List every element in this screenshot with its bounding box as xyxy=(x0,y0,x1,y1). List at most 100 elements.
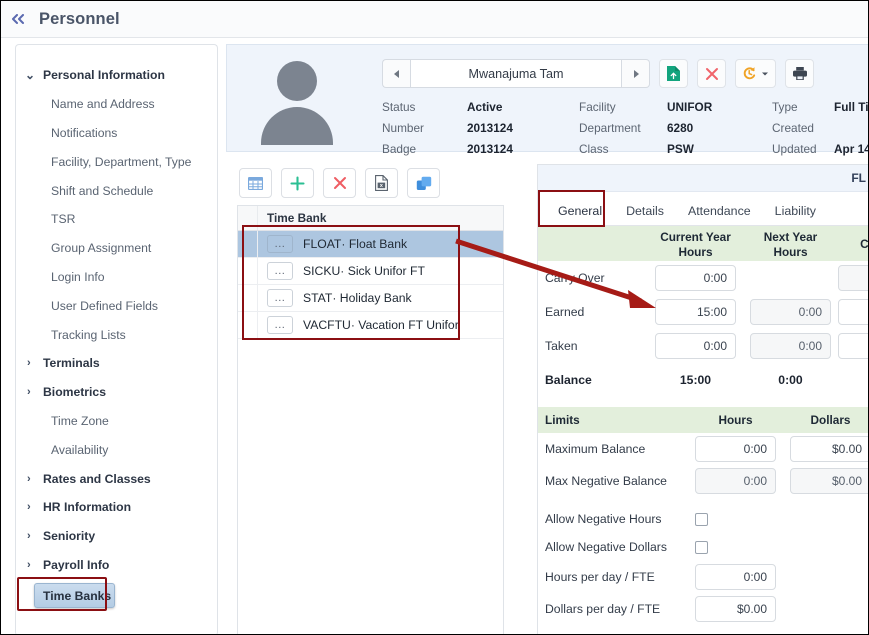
sidebar-item-time-banks[interactable]: Time Banks xyxy=(34,583,115,609)
chevron-right-icon: › xyxy=(27,386,31,399)
save-record-button[interactable] xyxy=(659,59,688,88)
sidebar-item-notifications[interactable]: Notifications xyxy=(16,119,217,148)
history-button[interactable] xyxy=(735,59,776,88)
avatar xyxy=(251,53,343,145)
detail-tabs: General Details Attendance Liability xyxy=(538,192,868,226)
limits-col-dollars: Dollars xyxy=(810,413,851,427)
double-chevron-left-icon[interactable] xyxy=(10,10,28,28)
carry-over-current-year-input[interactable]: 0:00 xyxy=(655,265,736,291)
employee-name-value: Mwanajuma Tam xyxy=(468,66,564,81)
sidebar-item-name-and-address[interactable]: Name and Address xyxy=(16,90,217,119)
sidebar-item-label: Time Zone xyxy=(51,413,109,428)
chevron-right-icon: › xyxy=(27,357,31,370)
next-record-button[interactable] xyxy=(622,59,650,88)
row-actions-button[interactable]: ... xyxy=(267,262,293,280)
row-label: Carry Over xyxy=(545,271,605,285)
maximum-balance-dollars-input[interactable]: $0.00 xyxy=(790,436,868,462)
tab-details[interactable]: Details xyxy=(614,204,676,225)
row-label: FLOAT· Float Bank xyxy=(303,237,408,251)
row-label: Max Negative Balance xyxy=(545,474,667,488)
grid-view-button[interactable] xyxy=(239,168,272,198)
sidebar-item-user-defined-fields[interactable]: User Defined Fields xyxy=(16,291,217,320)
earned-current-year-input[interactable]: 15:00 xyxy=(655,299,736,325)
add-row-button[interactable] xyxy=(281,168,314,198)
table-row[interactable]: ... STAT· Holiday Bank xyxy=(238,285,503,312)
sidebar-item-label: Tracking Lists xyxy=(51,327,126,342)
row-actions-button[interactable]: ... xyxy=(267,316,293,334)
maximum-balance-hours-input[interactable]: 0:00 xyxy=(695,436,776,462)
allow-negative-hours-checkbox[interactable] xyxy=(695,512,708,526)
dollars-per-day-fte-input[interactable]: $0.00 xyxy=(695,596,776,622)
delete-row-button[interactable] xyxy=(323,168,356,198)
sidebar-item-label: Payroll Info xyxy=(43,557,110,572)
sidebar-item-tsr[interactable]: TSR xyxy=(16,205,217,234)
sidebar-item-label: Biometrics xyxy=(43,385,106,400)
earned-third-column-input[interactable] xyxy=(838,299,868,325)
carry-over-third-column-input[interactable] xyxy=(838,265,868,291)
taken-current-year-input[interactable]: 0:00 xyxy=(655,333,736,359)
grid-row-earned: Earned 15:00 0:00 xyxy=(538,295,868,329)
chevron-right-icon: › xyxy=(27,530,31,543)
copy-button[interactable] xyxy=(407,168,440,198)
svg-text:x: x xyxy=(380,183,383,189)
chevron-down-icon: ⌄ xyxy=(25,68,36,83)
row-actions-button[interactable]: ... xyxy=(267,235,293,253)
sidebar-item-shift-and-schedule[interactable]: Shift and Schedule xyxy=(16,176,217,205)
max-negative-balance-dollars-input[interactable]: $0.00 xyxy=(790,468,868,494)
sidebar-item-label: Notifications xyxy=(51,125,118,140)
meta-key: Status xyxy=(382,100,416,114)
limit-row-maximum-balance: Maximum Balance 0:00 $0.00 xyxy=(538,433,868,465)
sidebar-item-terminals[interactable]: › Terminals xyxy=(16,349,217,378)
taken-next-year-input[interactable]: 0:00 xyxy=(750,333,831,359)
tab-attendance[interactable]: Attendance xyxy=(676,204,763,225)
print-button[interactable] xyxy=(785,59,814,88)
excel-file-icon: x xyxy=(375,175,388,191)
limits-col-hours: Hours xyxy=(718,413,753,427)
employee-name-field[interactable]: Mwanajuma Tam xyxy=(410,59,622,88)
tab-liability[interactable]: Liability xyxy=(763,204,828,225)
limit-row-allow-negative-hours: Allow Negative Hours xyxy=(538,505,868,533)
meta-key: Type xyxy=(772,100,798,114)
row-actions-button[interactable]: ... xyxy=(267,289,293,307)
sidebar-item-hr-information[interactable]: › HR Information xyxy=(16,493,217,522)
sidebar-item-seniority[interactable]: › Seniority xyxy=(16,522,217,551)
sidebar-item-personal-information[interactable]: ⌄ Personal Information xyxy=(16,61,217,90)
limit-row-allow-negative-dollars: Allow Negative Dollars xyxy=(538,533,868,561)
meta-value: PSW xyxy=(667,142,694,156)
sidebar-item-time-zone[interactable]: Time Zone xyxy=(16,407,217,436)
sidebar-item-facility-department-type[interactable]: Facility, Department, Type xyxy=(16,147,217,176)
time-bank-list-panel: Time Bank ... FLOAT· Float Bank ... SICK… xyxy=(237,205,504,634)
chevron-right-icon: › xyxy=(27,558,31,571)
sidebar-item-rates-and-classes[interactable]: › Rates and Classes xyxy=(16,464,217,493)
grid-icon xyxy=(248,176,263,190)
taken-third-column-input[interactable] xyxy=(838,333,868,359)
export-excel-button[interactable]: x xyxy=(365,168,398,198)
row-gutter xyxy=(238,231,258,257)
delete-record-button[interactable] xyxy=(697,59,726,88)
table-row[interactable]: ... FLOAT· Float Bank xyxy=(238,231,503,258)
sidebar-item-payroll-info[interactable]: › Payroll Info xyxy=(16,551,217,580)
sidebar-item-biometrics[interactable]: › Biometrics xyxy=(16,378,217,407)
earned-next-year-input[interactable]: 0:00 xyxy=(750,299,831,325)
sidebar-item-availability[interactable]: Availability xyxy=(16,435,217,464)
tab-general[interactable]: General xyxy=(546,204,614,225)
meta-value: Full Time xyxy=(834,100,869,114)
grid-row-carry-over: Carry Over 0:00 xyxy=(538,261,868,295)
meta-value xyxy=(834,118,868,138)
allow-negative-dollars-checkbox[interactable] xyxy=(695,540,708,554)
sidebar-item-tracking-lists[interactable]: Tracking Lists xyxy=(16,320,217,349)
limits-header: Limits Hours Dollars xyxy=(538,407,868,433)
previous-record-button[interactable] xyxy=(382,59,410,88)
table-row[interactable]: ... SICKU· Sick Unifor FT xyxy=(238,258,503,285)
grid-row-taken: Taken 0:00 0:00 xyxy=(538,329,868,363)
hours-per-day-fte-input[interactable]: 0:00 xyxy=(695,564,776,590)
copy-icon xyxy=(416,176,431,190)
table-row[interactable]: ... VACFTU· Vacation FT Unifor xyxy=(238,312,503,339)
max-negative-balance-hours-input[interactable]: 0:00 xyxy=(695,468,776,494)
sidebar-item-label: Terminals xyxy=(43,356,100,371)
balance-current-year-value: 15:00 xyxy=(679,373,712,387)
sidebar-item-login-info[interactable]: Login Info xyxy=(16,263,217,292)
chevron-right-icon: › xyxy=(27,472,31,485)
sidebar-item-group-assignment[interactable]: Group Assignment xyxy=(16,234,217,263)
sidebar-item-label: TSR xyxy=(51,212,76,227)
